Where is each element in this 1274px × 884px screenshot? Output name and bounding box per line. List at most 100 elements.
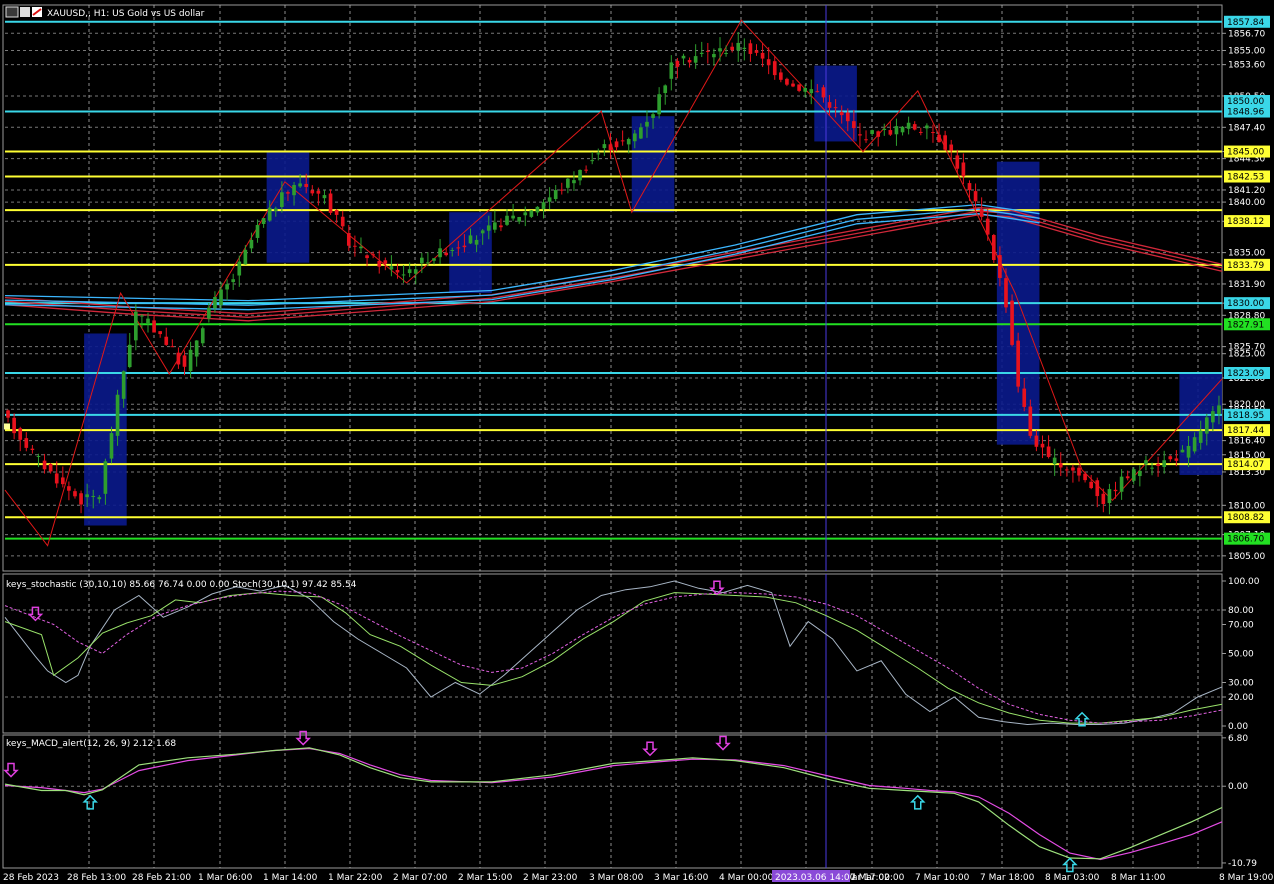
time-axis-label: 2 Mar 23:00 (523, 873, 578, 883)
candle-body (760, 52, 765, 59)
candle-body (134, 311, 138, 341)
time-axis-label: 2 Mar 15:00 (458, 873, 513, 883)
candle-body (797, 84, 801, 91)
candle-body (669, 62, 674, 79)
level-price-label: 1857.84 (1227, 18, 1264, 28)
candle-body (1156, 463, 1160, 467)
cursor-time-label: 2023.03.06 14:00 (775, 873, 856, 883)
symbol-title: XAUUSD,, H1: US Gold vs US dollar (47, 9, 205, 19)
price-axis-label: 1825.00 (1228, 350, 1265, 360)
candle-body (511, 215, 515, 219)
candle-body (1089, 481, 1093, 489)
candle-body (584, 169, 588, 171)
candle-body (1101, 493, 1106, 505)
time-axis-label: 8 Mar 03:00 (1045, 873, 1100, 883)
time-axis-label: 3 Mar 08:00 (589, 873, 644, 883)
level-price-label: 1830.00 (1227, 299, 1264, 309)
highlight-zone (631, 116, 675, 213)
candle-body (426, 262, 430, 264)
candle-body (833, 107, 838, 109)
candle-body (870, 130, 874, 134)
candle-body (1186, 445, 1191, 458)
price-axis-label: 1847.40 (1228, 123, 1265, 133)
candle-body (1113, 489, 1118, 492)
candle-body (176, 352, 181, 365)
candle-body (1119, 476, 1124, 492)
time-axis-label: 1 Mar 14:00 (263, 873, 318, 883)
candle-body (121, 371, 126, 399)
level-price-label: 1827.91 (1227, 320, 1264, 330)
candle-body (785, 78, 789, 85)
candle-body (328, 193, 333, 213)
candle-body (705, 50, 710, 52)
candle-body (687, 59, 692, 63)
candle-body (1174, 458, 1179, 461)
candle-body (803, 87, 808, 92)
candle-body (1180, 449, 1185, 453)
candle-body (912, 124, 917, 130)
candle-body (377, 261, 382, 267)
candle-body (578, 169, 582, 181)
candle-body (1204, 417, 1209, 434)
candle-body (639, 127, 643, 139)
level-price-label: 1806.70 (1227, 535, 1264, 545)
candle-body (450, 250, 455, 252)
candle-body (858, 134, 862, 136)
candle-body (894, 126, 899, 135)
candle-body (127, 344, 132, 368)
candle-body (1217, 405, 1221, 415)
candle-body (553, 190, 558, 199)
highlight-zone (266, 151, 310, 263)
candle-body (991, 235, 996, 260)
candle-body (736, 42, 741, 51)
candle-body (1028, 406, 1033, 436)
candle-body (559, 189, 564, 191)
candle-body (456, 247, 461, 249)
candle-body (194, 340, 199, 357)
candle-body (852, 121, 856, 129)
candle-body (286, 192, 290, 194)
candle-body (468, 235, 473, 244)
candle-body (505, 215, 509, 225)
candle-body (389, 266, 394, 270)
candle-body (164, 336, 169, 345)
candle-body (602, 144, 607, 149)
candle-body (1022, 388, 1027, 407)
candle-body (79, 493, 83, 505)
price-axis-label: 1856.70 (1228, 29, 1265, 39)
candle-body (1077, 467, 1081, 476)
timeframe-icon (20, 7, 30, 17)
level-price-label: 1818.95 (1227, 411, 1264, 421)
candle-body (73, 491, 77, 497)
candle-body (340, 216, 345, 227)
level-price-label: 1842.53 (1227, 173, 1264, 183)
candle-body (566, 178, 570, 188)
candle-body (918, 131, 923, 133)
candle-body (626, 139, 631, 145)
stochastic-title: keys_stochastic (30,10,10) 85.66 76.74 0… (6, 580, 357, 590)
level-price-label: 1817.44 (1227, 426, 1264, 436)
price-axis-label: 1840.00 (1228, 198, 1265, 208)
candle-body (54, 473, 59, 484)
price-marker (4, 423, 10, 430)
candle-body (225, 284, 229, 290)
trading-chart[interactable]: 1856.701855.001853.601850.501847.401845.… (0, 0, 1274, 884)
macd-axis-label: 6.80 (1228, 734, 1248, 744)
candle-body (85, 494, 89, 498)
price-axis-label: 1816.40 (1228, 437, 1265, 447)
candle-body (742, 47, 747, 50)
candle-body (486, 225, 491, 231)
candle-body (529, 210, 534, 217)
candle-body (1168, 456, 1173, 460)
candle-body (316, 190, 321, 194)
price-axis-label: 1853.60 (1228, 61, 1265, 71)
candle-body (663, 85, 668, 94)
candle-body (1040, 443, 1045, 448)
time-axis-label: 3 Mar 16:00 (654, 873, 709, 883)
candle-body (1150, 467, 1154, 469)
time-axis-label: 7 Mar 02:00 (850, 873, 905, 883)
candle-body (474, 239, 479, 245)
candle-body (931, 132, 935, 134)
candle-body (955, 155, 960, 169)
candle-body (967, 183, 972, 191)
